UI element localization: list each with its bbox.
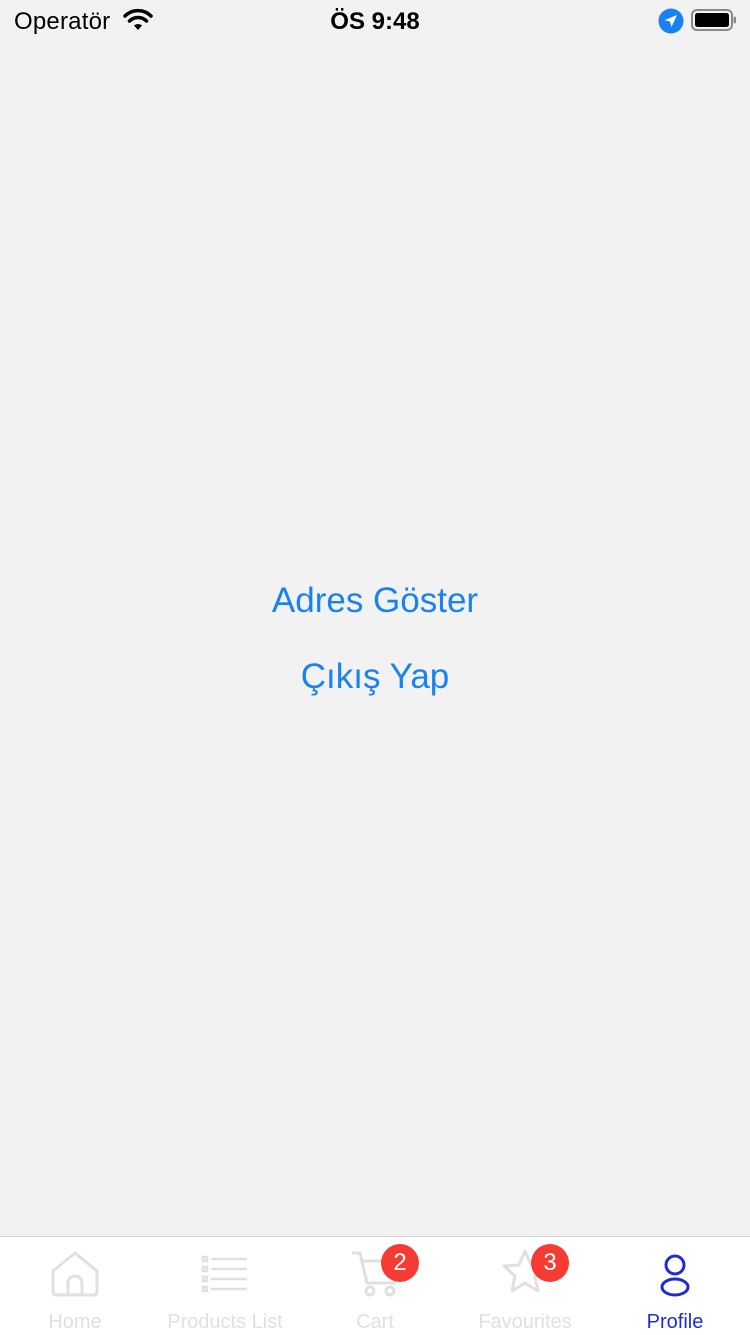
show-address-button[interactable]: Adres Göster — [0, 581, 750, 621]
tab-products-list[interactable]: Products List — [150, 1237, 300, 1335]
tab-profile[interactable]: Profile — [600, 1237, 750, 1335]
person-icon — [660, 1254, 690, 1297]
battery-icon — [691, 9, 736, 31]
status-time: ÖS 9:48 — [330, 8, 420, 35]
tab-bar: Home Products List 2 Cart 3 Favourites P… — [0, 1236, 750, 1335]
home-icon — [51, 1251, 99, 1297]
location-arrow-icon — [658, 8, 684, 34]
status-bar: Operatör ÖS 9:48 — [0, 0, 750, 40]
tab-home-label: Home — [48, 1311, 102, 1333]
tab-favourites[interactable]: 3 Favourites — [450, 1237, 600, 1335]
tab-products-list-label: Products List — [167, 1311, 283, 1333]
tab-profile-label: Profile — [646, 1311, 704, 1333]
tab-cart-label: Cart — [356, 1311, 394, 1333]
tab-home[interactable]: Home — [0, 1237, 150, 1335]
tab-cart[interactable]: 2 Cart — [300, 1237, 450, 1335]
cart-badge: 2 — [381, 1244, 419, 1282]
favourites-badge: 3 — [531, 1244, 569, 1282]
profile-content: Adres Göster Çıkış Yap — [0, 40, 750, 1236]
tab-favourites-label: Favourites — [478, 1311, 572, 1333]
logout-button[interactable]: Çıkış Yap — [0, 657, 750, 697]
list-icon — [201, 1255, 247, 1293]
